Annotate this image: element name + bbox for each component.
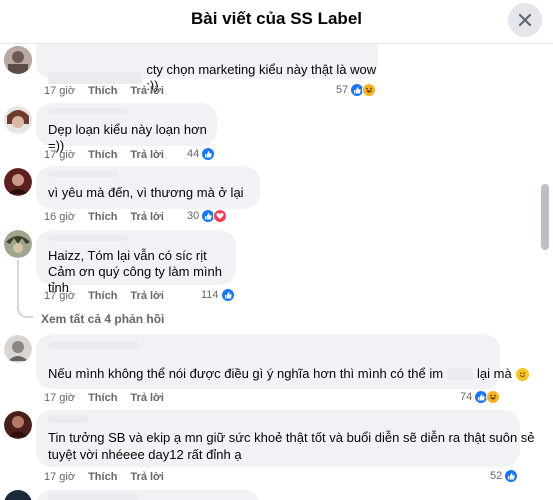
- avatar[interactable]: [4, 46, 32, 74]
- comment-bubble: cty chọn marketing kiểu này thật là wow …: [36, 44, 378, 93]
- view-more-replies-link[interactable]: Xem tất cả 4 phản hồi: [41, 312, 164, 326]
- comment-bubble: [36, 490, 260, 500]
- like-icon: [220, 288, 235, 302]
- reaction-summary[interactable]: 114: [201, 288, 235, 302]
- like-icon: [201, 147, 216, 161]
- like-button[interactable]: Thích: [88, 149, 117, 161]
- comment-time[interactable]: 17 giờ: [44, 290, 75, 302]
- avatar[interactable]: [4, 106, 32, 134]
- comment-time[interactable]: 17 giờ: [44, 471, 75, 483]
- like-button[interactable]: Thích: [88, 85, 117, 97]
- comment-bubble: Tin tưởng SB và ekip ạ mn giữ sức khoẻ t…: [36, 410, 535, 467]
- comment-text: vì yêu mà đến, vì thương mà ở lại: [48, 185, 244, 200]
- reply-button[interactable]: Trả lời: [130, 85, 164, 97]
- comment-text: tuyệt vời nhéeee day12 rất đỉnh ạ: [48, 447, 242, 462]
- reply-button[interactable]: Trả lời: [130, 471, 164, 483]
- reaction-count: 30: [187, 210, 200, 222]
- post-comments-dialog: Bài viết của SS Label cty chọn marketing…: [0, 0, 553, 500]
- comment-text: Tin tưởng SB và ekip ạ mn giữ sức khoẻ t…: [48, 430, 535, 445]
- reaction-summary[interactable]: 30: [187, 209, 228, 223]
- comment-bubble: Dẹp loạn kiểu này loạn hơn =)): [36, 103, 217, 153]
- reaction-summary[interactable]: 52: [490, 469, 519, 483]
- avatar[interactable]: [4, 335, 32, 363]
- comment-actions: 17 giờ Thích Trả lời: [44, 471, 164, 483]
- comment-actions: 16 giờ Thích Trả lời: [44, 211, 164, 223]
- reply-button[interactable]: Trả lời: [130, 149, 164, 161]
- haha-icon: [486, 390, 501, 404]
- reaction-count: 114: [201, 289, 219, 301]
- avatar[interactable]: [4, 168, 32, 196]
- comment-text: Haizz, Tóm lại vẫn có síc rịt: [48, 248, 207, 263]
- comment-list: cty chọn marketing kiểu này thật là wow …: [0, 44, 553, 500]
- reply-button[interactable]: Trả lời: [130, 392, 164, 404]
- reaction-count: 52: [490, 470, 503, 482]
- reply-button[interactable]: Trả lời: [130, 211, 164, 223]
- reaction-count: 74: [460, 391, 473, 403]
- dialog-title: Bài viết của SS Label: [190, 9, 362, 28]
- avatar[interactable]: [4, 411, 32, 439]
- dialog-header: Bài viết của SS Label: [0, 0, 553, 44]
- like-button[interactable]: Thích: [88, 392, 117, 404]
- thread-line: [17, 260, 19, 300]
- comment-time[interactable]: 17 giờ: [44, 392, 75, 404]
- like-button[interactable]: Thích: [88, 211, 117, 223]
- reaction-summary[interactable]: 74: [460, 390, 501, 404]
- haha-icon: [362, 83, 377, 97]
- scrollbar-thumb[interactable]: [541, 184, 549, 250]
- comment-bubble: Haizz, Tóm lại vẫn có síc rịt Cảm ơn quý…: [36, 230, 236, 295]
- smile-emoji-icon: [515, 367, 529, 381]
- reply-button[interactable]: Trả lời: [130, 290, 164, 302]
- reaction-summary[interactable]: 44: [187, 147, 216, 161]
- reaction-summary[interactable]: 57: [336, 83, 377, 97]
- thread-line: [17, 298, 33, 318]
- comment-time[interactable]: 16 giờ: [44, 211, 75, 223]
- comment-actions: 17 giờ Thích Trả lời: [44, 392, 164, 404]
- heart-icon: [213, 209, 228, 223]
- avatar[interactable]: [4, 490, 32, 500]
- comment-text: Nếu mình không thể nói được điều gì ý ng…: [48, 366, 444, 381]
- close-button[interactable]: [508, 3, 542, 37]
- comment-time[interactable]: 17 giờ: [44, 85, 75, 97]
- comment-bubble: vì yêu mà đến, vì thương mà ở lại: [36, 166, 260, 209]
- comment-time[interactable]: 17 giờ: [44, 149, 75, 161]
- comment-actions: 17 giờ Thích Trả lời: [44, 85, 164, 97]
- like-button[interactable]: Thích: [88, 471, 117, 483]
- reaction-count: 44: [187, 148, 200, 160]
- like-icon: [504, 469, 519, 483]
- close-icon: [518, 13, 532, 27]
- comment-actions: 17 giờ Thích Trả lời: [44, 290, 164, 302]
- avatar[interactable]: [4, 230, 32, 258]
- reaction-count: 57: [336, 84, 349, 96]
- like-button[interactable]: Thích: [88, 290, 117, 302]
- comment-actions: 17 giờ Thích Trả lời: [44, 149, 164, 161]
- comment-text: lại mà: [477, 366, 512, 381]
- comment-bubble: Nếu mình không thể nói được điều gì ý ng…: [36, 334, 529, 389]
